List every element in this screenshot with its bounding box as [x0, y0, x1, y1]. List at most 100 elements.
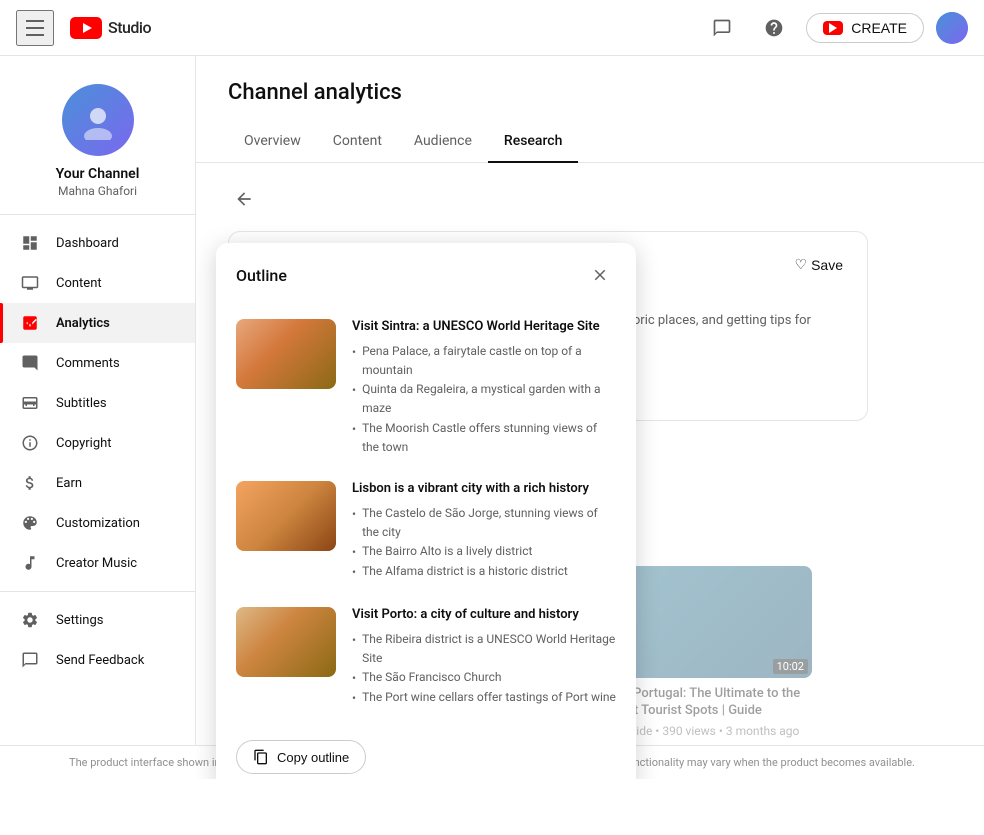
close-outline-button[interactable] — [584, 259, 616, 291]
outline-bullet-sintra-1: • Pena Palace, a fairytale castle on top… — [352, 342, 616, 380]
create-label: CREATE — [851, 20, 907, 36]
sidebar-item-analytics[interactable]: Analytics — [0, 303, 195, 343]
bullet-dot: • — [352, 563, 356, 582]
sidebar: Your Channel Mahna Ghafori Dashboard Con… — [0, 56, 196, 779]
sidebar-item-customization[interactable]: Customization — [0, 503, 195, 543]
page-header: Channel analytics — [196, 56, 984, 105]
outline-items-list: Visit Sintra: a UNESCO World Heritage Si… — [216, 307, 636, 728]
sidebar-item-dashboard[interactable]: Dashboard — [0, 223, 195, 263]
bullet-dot: • — [352, 381, 356, 418]
tab-audience[interactable]: Audience — [398, 121, 488, 163]
outline-item-lisbon: Lisbon is a vibrant city with a rich his… — [216, 469, 636, 595]
copy-icon — [253, 749, 269, 765]
youtube-icon — [70, 17, 102, 39]
outline-modal-footer: Copy outline — [216, 728, 636, 779]
channel-info: Your Channel Mahna Ghafori — [0, 64, 195, 215]
tabs-bar: Overview Content Audience Research — [196, 121, 984, 163]
tab-content[interactable]: Content — [317, 121, 398, 163]
sidebar-item-label: Comments — [56, 356, 120, 371]
sidebar-item-feedback[interactable]: Send Feedback — [0, 640, 195, 680]
sidebar-item-creator-music[interactable]: Creator Music — [0, 543, 195, 583]
outline-bullet-porto-2: • The São Francisco Church — [352, 668, 616, 688]
channel-avatar-img — [62, 84, 134, 156]
bullet-text: The São Francisco Church — [362, 668, 501, 688]
tab-overview[interactable]: Overview — [228, 121, 317, 163]
sidebar-item-settings[interactable]: Settings — [0, 600, 195, 640]
avatar[interactable] — [936, 12, 968, 44]
bullet-dot: • — [352, 420, 356, 457]
bullet-dot: • — [352, 689, 356, 708]
sidebar-item-label: Creator Music — [56, 556, 137, 571]
subtitles-icon — [20, 393, 40, 413]
save-button[interactable]: ♡ Save — [795, 256, 843, 273]
sidebar-item-label: Send Feedback — [56, 653, 144, 668]
sidebar-item-label: Content — [56, 276, 102, 291]
nav-section: Dashboard Content Analytics — [0, 215, 195, 688]
outline-modal-title: Outline — [236, 266, 287, 285]
save-label: Save — [811, 257, 843, 273]
bullet-text: Pena Palace, a fairytale castle on top o… — [362, 342, 616, 380]
main-content: Channel analytics Overview Content Audie… — [196, 56, 984, 779]
video-info-2: ver Portugal: The Ultimate to the Best T… — [612, 686, 812, 738]
logo: Studio — [70, 17, 151, 39]
header-right: CREATE — [702, 8, 968, 48]
logo-text: Studio — [108, 18, 151, 37]
outline-content-sintra: Visit Sintra: a UNESCO World Heritage Si… — [352, 319, 616, 457]
bullet-text: The Moorish Castle offers stunning views… — [362, 419, 616, 457]
sidebar-item-comments[interactable]: Comments — [0, 343, 195, 383]
outline-item-porto: Visit Porto: a city of culture and histo… — [216, 595, 636, 721]
sidebar-divider — [0, 591, 195, 592]
outline-bullet-lisbon-1: • The Castelo de São Jorge, stunning vie… — [352, 504, 616, 542]
close-icon — [591, 266, 609, 284]
bullet-text: Quinta da Regaleira, a mystical garden w… — [362, 380, 616, 418]
outline-bullet-sintra-3: • The Moorish Castle offers stunning vie… — [352, 419, 616, 457]
sidebar-item-label: Settings — [56, 613, 103, 628]
outline-thumb-porto — [236, 607, 336, 677]
sidebar-item-subtitles[interactable]: Subtitles — [0, 383, 195, 423]
sidebar-item-earn[interactable]: Earn — [0, 463, 195, 503]
outline-item-sintra: Visit Sintra: a UNESCO World Heritage Si… — [216, 307, 636, 469]
bullet-dot: • — [352, 669, 356, 688]
video-meta-2: ...Guide • 390 views • 3 months ago — [612, 724, 812, 738]
bullet-text: The Port wine cellars offer tastings of … — [362, 688, 616, 708]
content-icon — [20, 273, 40, 293]
channel-name: Your Channel — [56, 166, 140, 182]
layout: Your Channel Mahna Ghafori Dashboard Con… — [0, 56, 984, 779]
outline-item-title-sintra: Visit Sintra: a UNESCO World Heritage Si… — [352, 319, 616, 336]
bullet-dot: • — [352, 343, 356, 380]
outline-modal: Outline Visit Sintra: a UNESCO World Her… — [216, 243, 636, 779]
sidebar-item-copyright[interactable]: Copyright — [0, 423, 195, 463]
outline-thumb-lisbon — [236, 481, 336, 551]
channel-avatar[interactable] — [62, 84, 134, 156]
back-button[interactable] — [228, 183, 260, 215]
copyright-icon — [20, 433, 40, 453]
analytics-icon — [20, 313, 40, 333]
customization-icon — [20, 513, 40, 533]
outline-thumb-sintra — [236, 319, 336, 389]
header-left: Studio — [16, 10, 151, 46]
outline-item-title-porto: Visit Porto: a city of culture and histo… — [352, 607, 616, 624]
help-icon — [764, 18, 784, 38]
copy-outline-button[interactable]: Copy outline — [236, 740, 366, 774]
settings-icon — [20, 610, 40, 630]
sidebar-item-content[interactable]: Content — [0, 263, 195, 303]
top-header: Studio CREATE — [0, 0, 984, 56]
feedback-icon — [20, 650, 40, 670]
tab-research[interactable]: Research — [488, 121, 578, 163]
bullet-dot: • — [352, 543, 356, 562]
sidebar-item-label: Customization — [56, 516, 140, 531]
bullet-text: The Ribeira district is a UNESCO World H… — [362, 630, 616, 668]
help-button[interactable] — [754, 8, 794, 48]
bullet-dot: • — [352, 631, 356, 668]
sidebar-item-label: Copyright — [56, 436, 112, 451]
sidebar-item-label: Subtitles — [56, 396, 107, 411]
sidebar-item-label: Earn — [56, 476, 82, 491]
video-thumb-2[interactable]: 10:02 — [612, 566, 812, 678]
back-arrow-icon — [234, 189, 254, 209]
record-icon — [823, 21, 843, 35]
notifications-button[interactable] — [702, 8, 742, 48]
menu-button[interactable] — [16, 10, 54, 46]
create-button[interactable]: CREATE — [806, 13, 924, 43]
outline-bullet-porto-3: • The Port wine cellars offer tastings o… — [352, 688, 616, 708]
heart-icon: ♡ — [795, 256, 808, 273]
